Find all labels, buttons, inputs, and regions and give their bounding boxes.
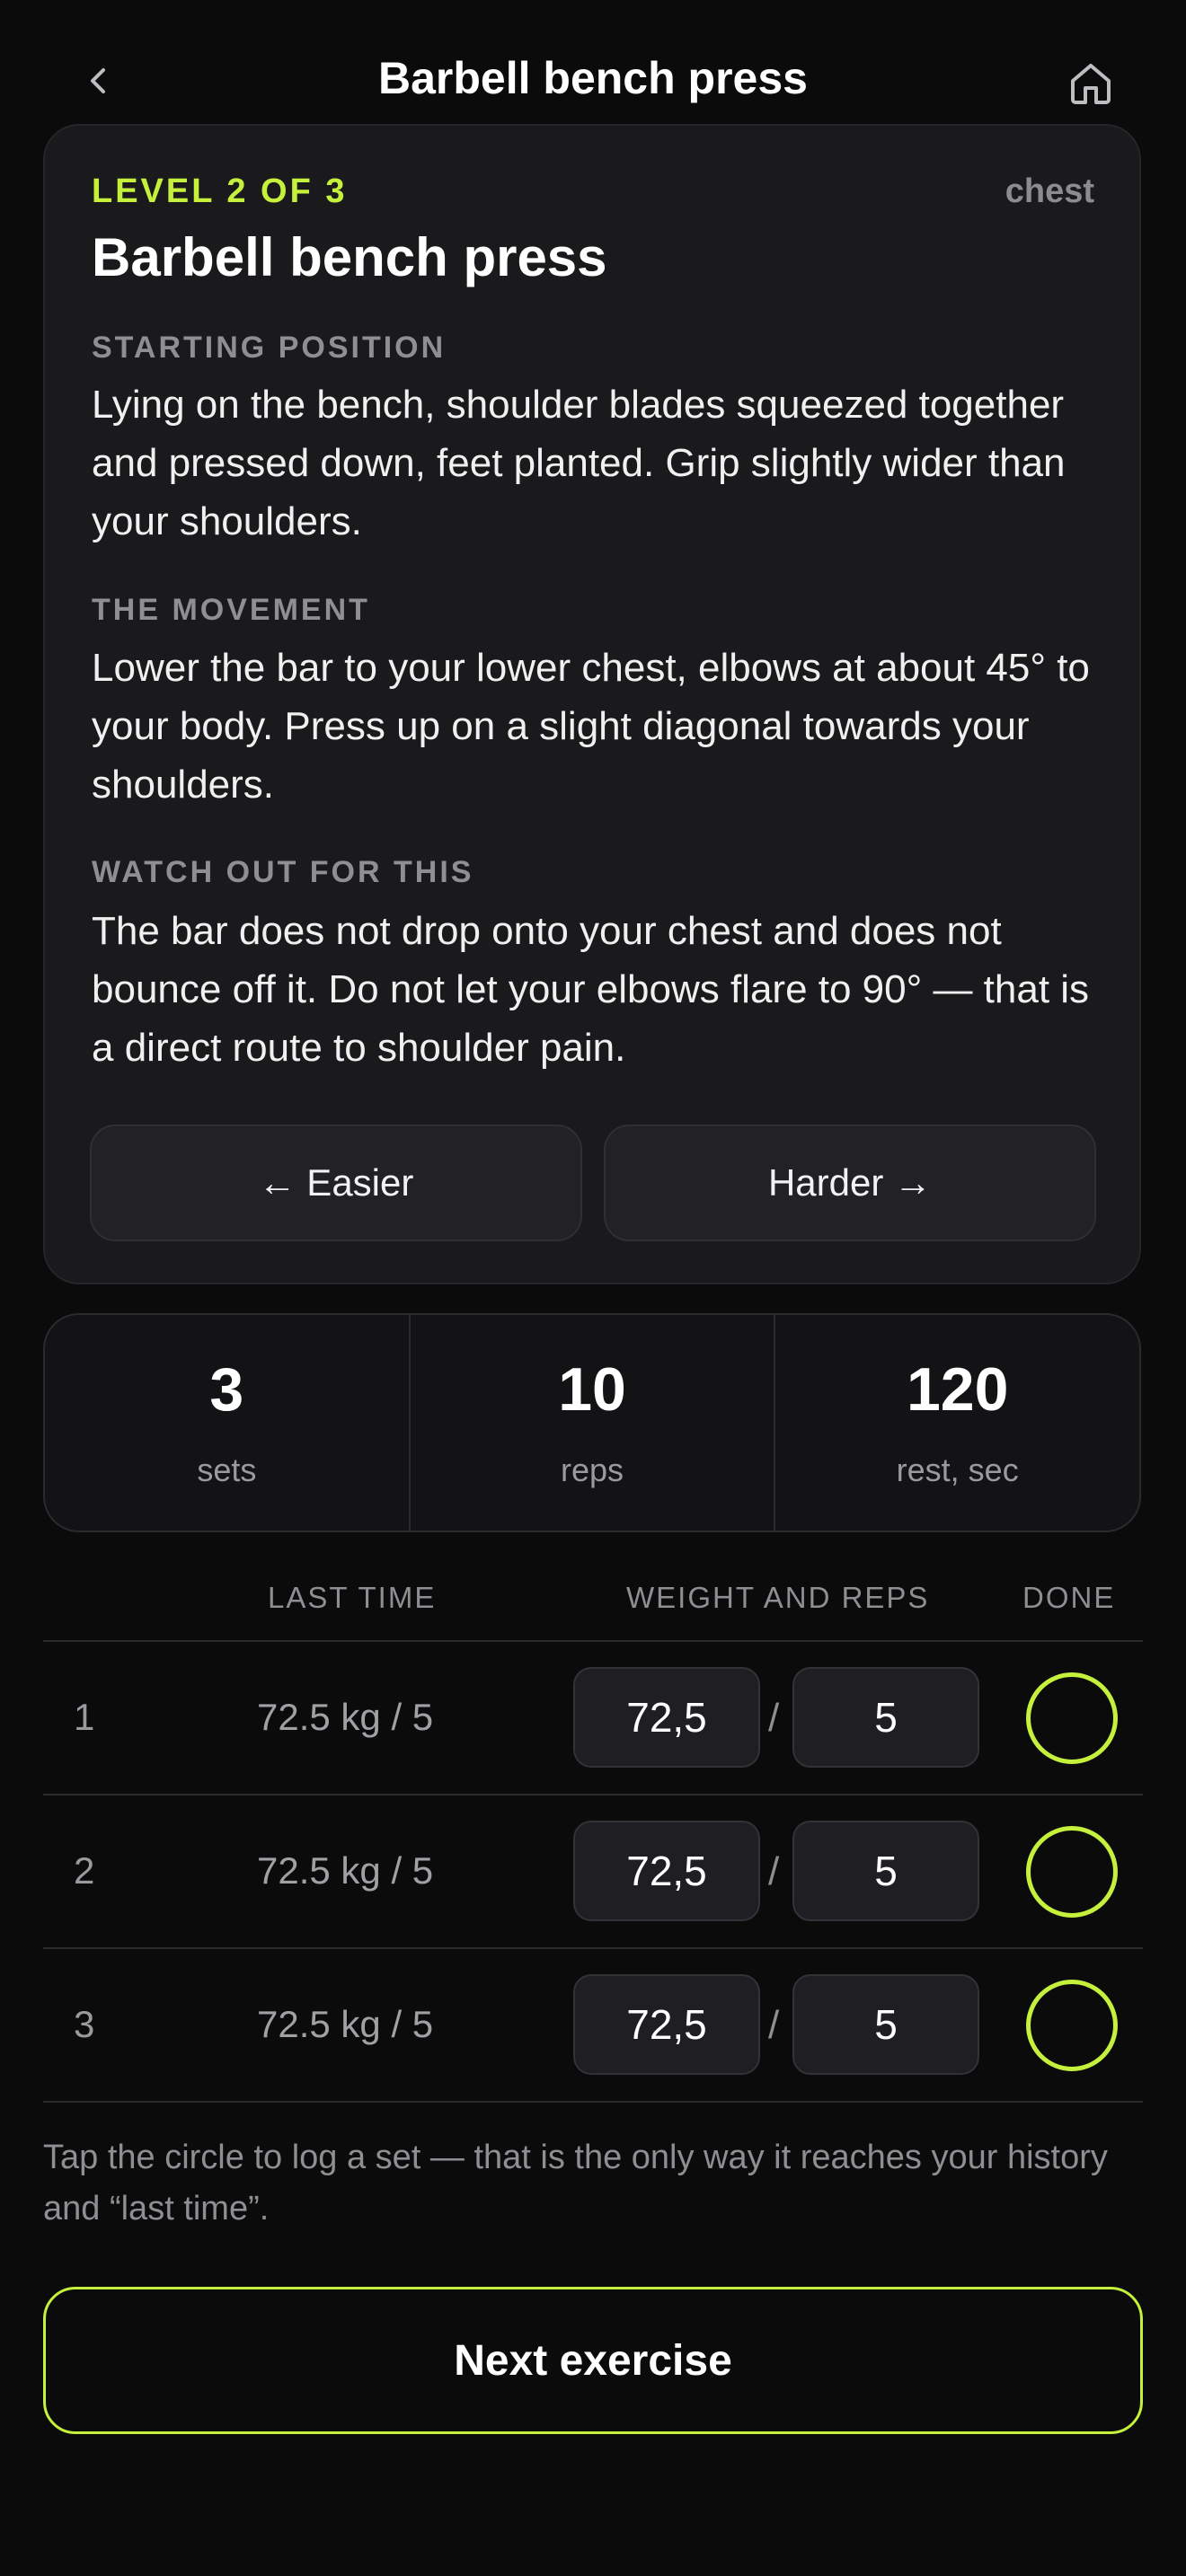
- last-time-value: 72.5 kg / 5: [257, 1696, 434, 1738]
- muscle-group-tag: chest: [1005, 172, 1094, 210]
- page-title: Barbell bench press: [378, 53, 808, 103]
- stat-value: 120: [906, 1355, 1009, 1424]
- exercise-card: LEVEL 2 OF 3 chest Barbell bench press S…: [43, 124, 1141, 1284]
- stat-label: rest, sec: [896, 1451, 1019, 1488]
- section-text-watch-out: The bar does not drop onto your chest an…: [92, 909, 1090, 1070]
- stat-rest: 120 rest, sec: [774, 1315, 1139, 1531]
- section-heading-watch-out: WATCH OUT FOR THIS: [92, 855, 474, 889]
- reps-input[interactable]: 5: [792, 1974, 979, 2075]
- reps-input[interactable]: 5: [792, 1667, 979, 1768]
- exercise-name: Barbell bench press: [92, 227, 607, 287]
- stat-label: sets: [197, 1451, 257, 1488]
- harder-button[interactable]: Harder →: [604, 1125, 1096, 1241]
- stat-value: 3: [209, 1355, 244, 1424]
- set-number: 2: [74, 1849, 95, 1892]
- column-header-weight-reps: WEIGHT AND REPS: [626, 1581, 930, 1614]
- table-divider: [43, 1947, 1143, 1949]
- section-text-movement: Lower the bar to your lower chest, elbow…: [92, 646, 1090, 807]
- separator: /: [768, 2003, 780, 2047]
- reps-input[interactable]: 5: [792, 1821, 979, 1921]
- last-time-value: 72.5 kg / 5: [257, 1849, 434, 1892]
- weight-input[interactable]: 72,5: [573, 1667, 760, 1768]
- done-toggle[interactable]: [1026, 1980, 1118, 2071]
- column-header-last-time: LAST TIME: [268, 1581, 437, 1614]
- easier-button[interactable]: ← Easier: [90, 1125, 582, 1241]
- separator: /: [768, 1849, 780, 1893]
- stat-value: 10: [558, 1355, 626, 1424]
- table-divider: [43, 1794, 1143, 1795]
- weight-input[interactable]: 72,5: [573, 1974, 760, 2075]
- stat-sets: 3 sets: [45, 1315, 409, 1531]
- hint-text: Tap the circle to log a set — that is th…: [43, 2139, 1108, 2228]
- level-indicator: LEVEL 2 OF 3: [92, 172, 348, 210]
- table-divider: [43, 2101, 1143, 2103]
- weight-input[interactable]: 72,5: [573, 1821, 760, 1921]
- stats-panel: 3 sets 10 reps 120 rest, sec: [43, 1313, 1141, 1532]
- section-text-starting-position: Lying on the bench, shoulder blades sque…: [92, 383, 1066, 543]
- done-toggle[interactable]: [1026, 1826, 1118, 1918]
- table-divider: [43, 1640, 1143, 1642]
- home-icon[interactable]: [1066, 57, 1116, 108]
- done-toggle[interactable]: [1026, 1672, 1118, 1764]
- set-number: 3: [74, 2003, 95, 2045]
- stat-label: reps: [560, 1451, 624, 1488]
- last-time-value: 72.5 kg / 5: [257, 2003, 434, 2045]
- section-heading-starting-position: STARTING POSITION: [92, 331, 447, 365]
- section-heading-movement: THE MOVEMENT: [92, 593, 370, 627]
- column-header-done: DONE: [1022, 1581, 1116, 1614]
- stat-reps: 10 reps: [408, 1315, 774, 1531]
- set-number: 1: [74, 1696, 95, 1738]
- separator: /: [768, 1696, 780, 1740]
- next-exercise-button[interactable]: Next exercise: [43, 2287, 1143, 2434]
